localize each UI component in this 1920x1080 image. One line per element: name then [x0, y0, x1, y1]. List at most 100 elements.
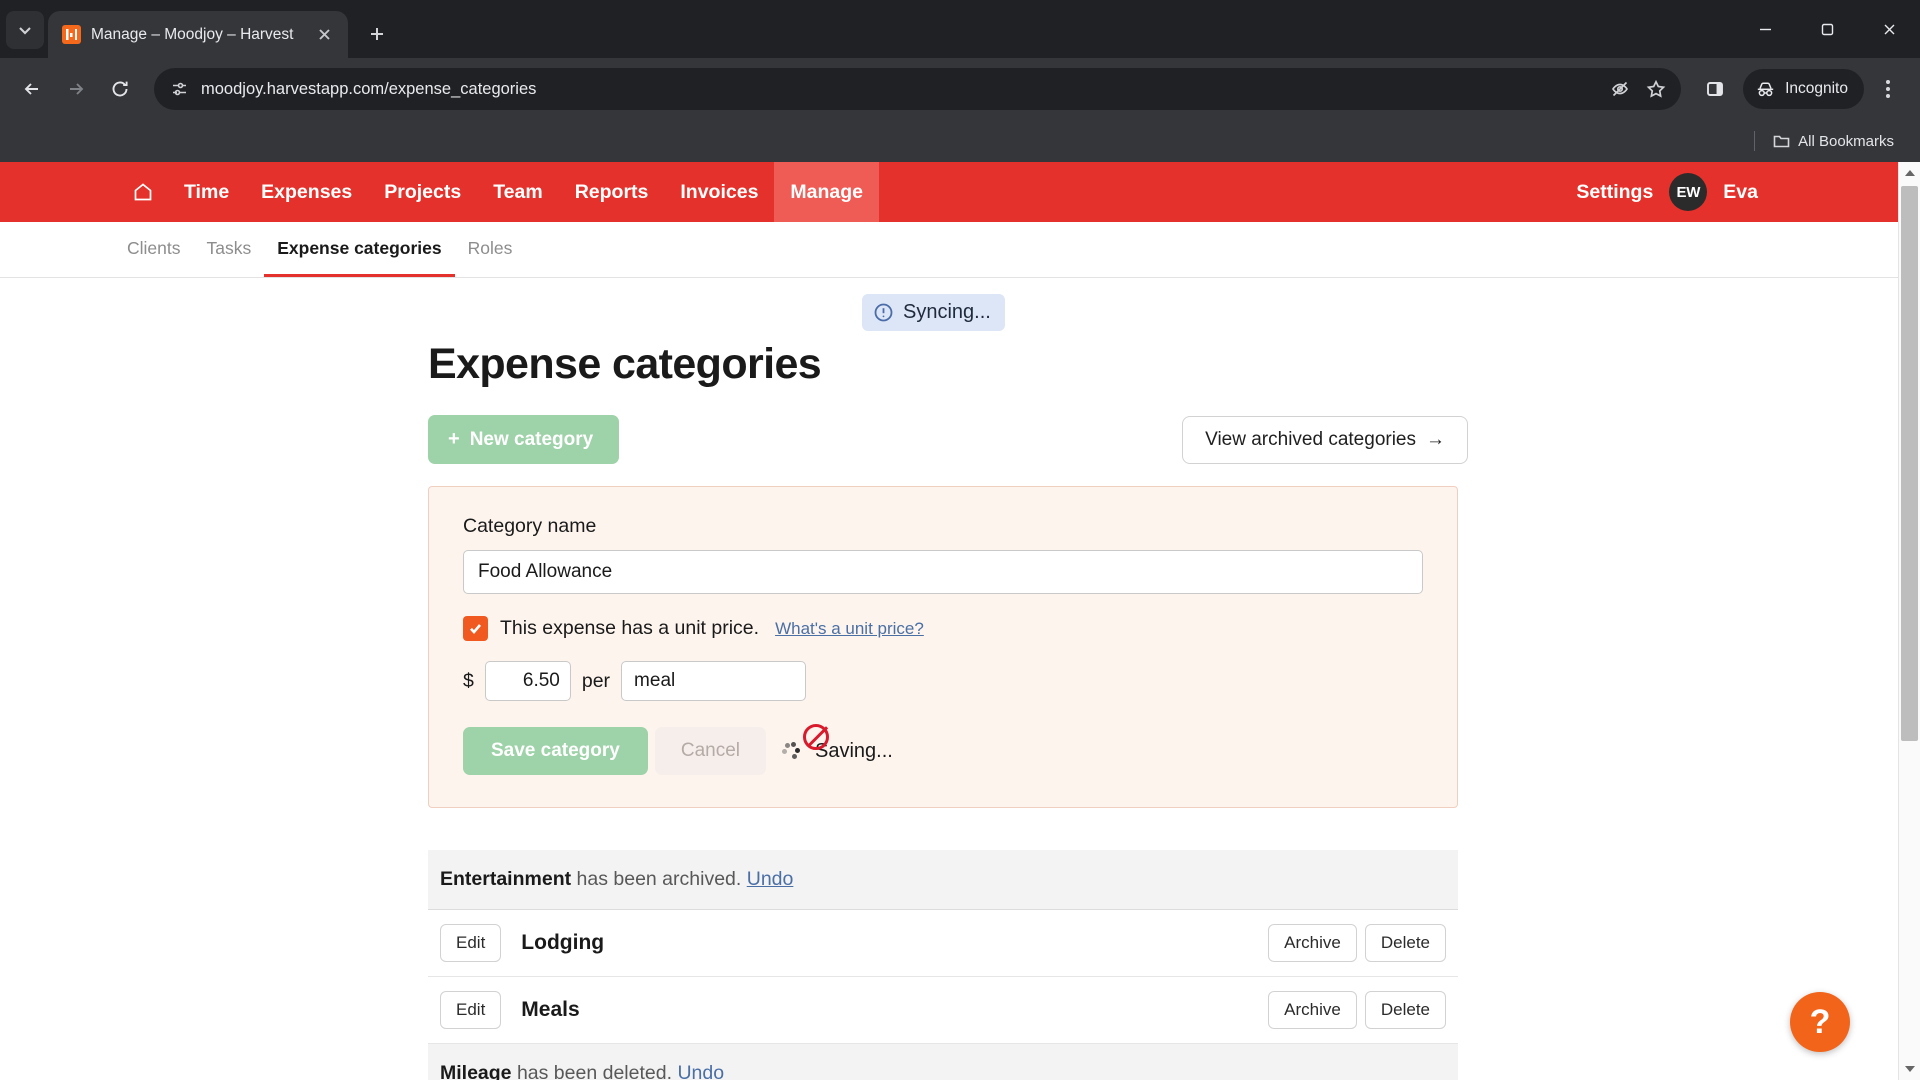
minimize-button[interactable] [1734, 0, 1796, 58]
new-category-button[interactable]: + New category [428, 415, 620, 464]
forward-button[interactable] [56, 69, 96, 109]
help-button[interactable]: ? [1790, 992, 1850, 1052]
undo-link[interactable]: Undo [747, 868, 794, 890]
check-icon [470, 624, 481, 634]
harvest-page: Time Expenses Projects Team Reports Invo… [0, 162, 1898, 1080]
browser-toolbar: moodjoy.harvestapp.com/expense_categorie… [0, 58, 1920, 120]
page-viewport: Time Expenses Projects Team Reports Invo… [0, 162, 1920, 1080]
nav-item-time[interactable]: Time [168, 162, 245, 222]
notice-subject: Entertainment [440, 868, 572, 890]
page-scrollbar[interactable] [1898, 162, 1920, 1080]
category-name-input[interactable] [463, 550, 1423, 594]
what-is-unit-price-link[interactable]: What's a unit price? [775, 619, 924, 639]
view-archived-categories-button[interactable]: View archived categories → [1182, 415, 1468, 464]
tab-tasks[interactable]: Tasks [194, 222, 265, 277]
nav-item-projects[interactable]: Projects [368, 162, 477, 222]
archive-button[interactable]: Archive [1268, 924, 1357, 962]
address-bar[interactable]: moodjoy.harvestapp.com/expense_categorie… [154, 68, 1682, 110]
back-arrow-icon [24, 83, 38, 95]
alert-circle-icon [874, 303, 893, 322]
tab-expense-categories[interactable]: Expense categories [264, 222, 455, 277]
tab-clients[interactable]: Clients [114, 222, 194, 277]
tab-close-icon[interactable] [310, 21, 338, 49]
view-archived-label: View archived categories [1205, 428, 1416, 450]
plus-icon: + [448, 428, 460, 450]
edit-button[interactable]: Edit [440, 924, 502, 962]
unit-price-row: This expense has a unit price. What's a … [463, 616, 1423, 641]
table-row: Edit Lodging Archive Delete [428, 910, 1458, 977]
divider [1754, 131, 1756, 151]
archive-button[interactable]: Archive [1268, 991, 1357, 1029]
category-edit-form: Category name This expense has a unit pr… [428, 486, 1458, 808]
reload-icon [112, 81, 128, 97]
tab-roles[interactable]: Roles [455, 222, 526, 277]
delete-button[interactable]: Delete [1364, 991, 1446, 1029]
window-controls [1734, 0, 1920, 58]
close-window-button[interactable] [1858, 0, 1920, 58]
unit-price-checkbox[interactable] [463, 616, 488, 641]
harvest-main-nav: Time Expenses Projects Team Reports Invo… [0, 162, 1898, 222]
incognito-indicator[interactable]: Incognito [1743, 69, 1864, 109]
nav-item-team[interactable]: Team [477, 162, 559, 222]
cancel-button: Cancel [654, 727, 767, 775]
maximize-button[interactable] [1796, 0, 1858, 58]
nav-item-manage[interactable]: Manage [774, 162, 880, 222]
currency-symbol: $ [463, 669, 474, 692]
nav-item-expenses[interactable]: Expenses [245, 162, 368, 222]
star-icon[interactable] [1639, 72, 1673, 106]
tab-search-button[interactable] [6, 11, 44, 49]
manage-subnav: Clients Tasks Expense categories Roles [0, 222, 1898, 278]
browser-menu-button[interactable] [1868, 69, 1908, 109]
new-tab-button[interactable] [358, 15, 396, 53]
tab-title: Manage – Moodjoy – Harvest [91, 25, 294, 43]
unit-price-label: This expense has a unit price. [500, 617, 760, 639]
home-icon [134, 183, 152, 201]
nav-settings-link[interactable]: Settings [1576, 181, 1653, 204]
category-list: Entertainment has been archived. Undo Ed… [428, 850, 1458, 1080]
category-name: Lodging [521, 931, 605, 954]
avatar[interactable]: EW [1669, 173, 1708, 211]
edit-button[interactable]: Edit [440, 991, 502, 1029]
scroll-up-button[interactable] [1899, 162, 1920, 184]
arrow-right-icon: → [1426, 428, 1445, 450]
scrollbar-thumb[interactable] [1901, 186, 1918, 741]
category-name: Meals [521, 998, 580, 1021]
notice-message: has been archived. [576, 868, 742, 890]
chevron-down-icon [19, 27, 31, 35]
incognito-hat-icon [1757, 81, 1774, 96]
undo-link[interactable]: Undo [677, 1062, 724, 1080]
kebab-menu-icon [1886, 87, 1890, 91]
scroll-down-button[interactable] [1899, 1058, 1920, 1080]
browser-tab[interactable]: Manage – Moodjoy – Harvest [48, 11, 348, 58]
category-action-row: + New category View archived categories … [0, 415, 1898, 464]
eye-slash-icon[interactable] [1603, 72, 1637, 106]
site-settings-icon[interactable] [170, 80, 189, 99]
category-name-label: Category name [463, 515, 597, 537]
notice-message: has been deleted. [516, 1062, 673, 1080]
nav-item-reports[interactable]: Reports [559, 162, 665, 222]
nav-home-button[interactable] [118, 162, 168, 222]
nav-right-group: Settings EW Eva [1576, 173, 1898, 211]
delete-button[interactable]: Delete [1364, 924, 1446, 962]
back-button[interactable] [12, 69, 52, 109]
list-item: Entertainment has been archived. Undo [428, 850, 1458, 910]
nav-user-name[interactable]: Eva [1723, 181, 1758, 204]
unit-name-input[interactable] [621, 661, 807, 701]
unit-price-input[interactable] [484, 661, 571, 701]
notice-subject: Mileage [440, 1062, 512, 1080]
sync-status-label: Syncing... [903, 301, 991, 323]
all-bookmarks-button[interactable]: All Bookmarks [1765, 129, 1902, 154]
save-category-button[interactable]: Save category [463, 727, 648, 775]
page-title: Expense categories [428, 340, 822, 388]
incognito-label: Incognito [1785, 80, 1848, 97]
browser-window: Manage – Moodjoy – Harvest moodjoy.harve… [0, 0, 1920, 1080]
table-row: Edit Meals Archive Delete [428, 977, 1458, 1044]
bookmarks-bar: All Bookmarks [0, 120, 1920, 162]
saving-status-text: Saving... [803, 723, 893, 763]
no-drop-cursor-icon [803, 723, 830, 750]
spinner-icon [782, 741, 802, 761]
nav-item-invoices[interactable]: Invoices [664, 162, 774, 222]
plus-icon [371, 28, 383, 40]
reload-button[interactable] [100, 69, 140, 109]
side-panel-icon[interactable] [1695, 69, 1735, 109]
